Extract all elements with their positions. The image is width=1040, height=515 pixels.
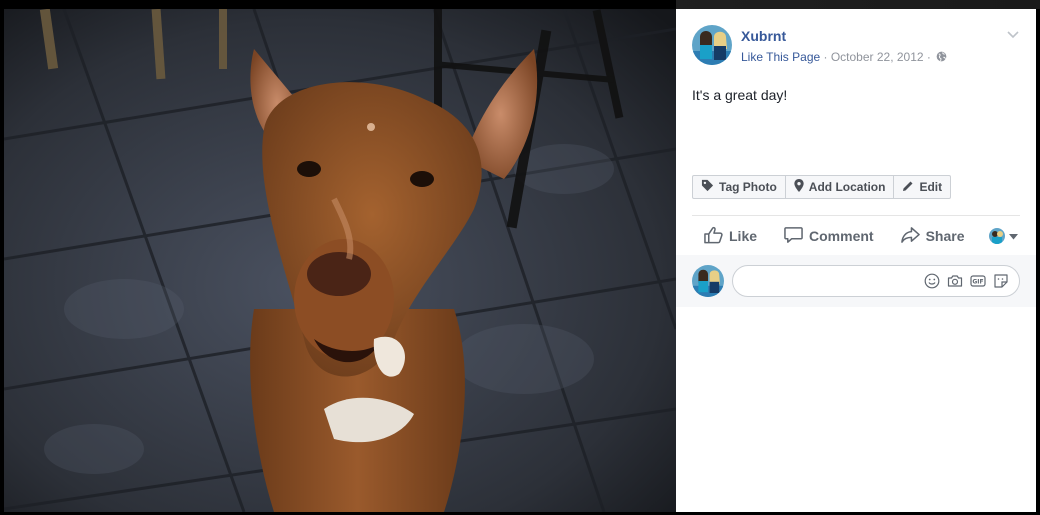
speech-bubble-icon <box>784 226 809 247</box>
smiley-icon[interactable] <box>924 273 940 289</box>
share-arrow-icon <box>900 226 926 247</box>
post-date[interactable]: October 22, 2012 <box>831 50 924 64</box>
comment-input[interactable] <box>745 272 915 292</box>
camera-icon[interactable] <box>947 273 963 289</box>
dog-photo[interactable] <box>4 9 676 512</box>
gif-icon[interactable]: GIF <box>970 273 986 289</box>
comment-input-icons: GIF <box>924 273 1009 289</box>
chevron-down-icon[interactable] <box>1006 27 1020 41</box>
post-message: It's a great day! <box>692 87 788 103</box>
action-bar: Like Comment Share <box>692 221 1020 251</box>
post-details-panel: Xubrnt Like This Page · October 22, 2012… <box>676 9 1036 512</box>
comment-label: Comment <box>809 228 874 244</box>
add-location-button[interactable]: Add Location <box>786 176 895 198</box>
sticker-icon[interactable] <box>993 273 1009 289</box>
caret-down-icon <box>1008 227 1018 245</box>
like-page-link[interactable]: Like This Page <box>741 50 820 64</box>
comment-button[interactable]: Comment <box>784 226 874 247</box>
edit-button[interactable]: Edit <box>894 176 950 198</box>
author-name[interactable]: Xubrnt <box>741 28 786 44</box>
thumbs-up-icon <box>704 226 729 247</box>
post-meta: Like This Page · October 22, 2012 · <box>741 50 947 65</box>
post-header: Xubrnt Like This Page · October 22, 2012… <box>692 25 1020 69</box>
svg-text:GIF: GIF <box>972 279 983 286</box>
share-label: Share <box>925 228 965 244</box>
like-button[interactable]: Like <box>704 226 757 247</box>
photo-stage <box>0 0 676 515</box>
map-pin-icon <box>794 179 809 195</box>
actor-avatar <box>988 228 1005 244</box>
comment-input-box[interactable]: GIF <box>732 265 1020 297</box>
author-avatar[interactable] <box>692 25 732 65</box>
like-label: Like <box>729 228 758 244</box>
actor-selector[interactable] <box>988 227 1018 245</box>
tag-icon <box>701 179 719 195</box>
tag-photo-label: Tag Photo <box>719 180 777 194</box>
meta-separator: · <box>820 50 831 64</box>
comment-composer: GIF <box>676 255 1036 307</box>
tag-photo-button[interactable]: Tag Photo <box>693 176 786 198</box>
pencil-icon <box>902 180 919 195</box>
divider <box>692 215 1020 216</box>
globe-icon[interactable] <box>936 51 947 65</box>
share-button[interactable]: Share <box>900 226 965 247</box>
add-location-label: Add Location <box>808 180 886 194</box>
photo-actions-bar: Tag Photo Add Location Edit <box>692 175 952 199</box>
edit-label: Edit <box>919 180 943 194</box>
meta-separator: · <box>923 50 935 64</box>
commenter-avatar[interactable] <box>692 265 724 297</box>
